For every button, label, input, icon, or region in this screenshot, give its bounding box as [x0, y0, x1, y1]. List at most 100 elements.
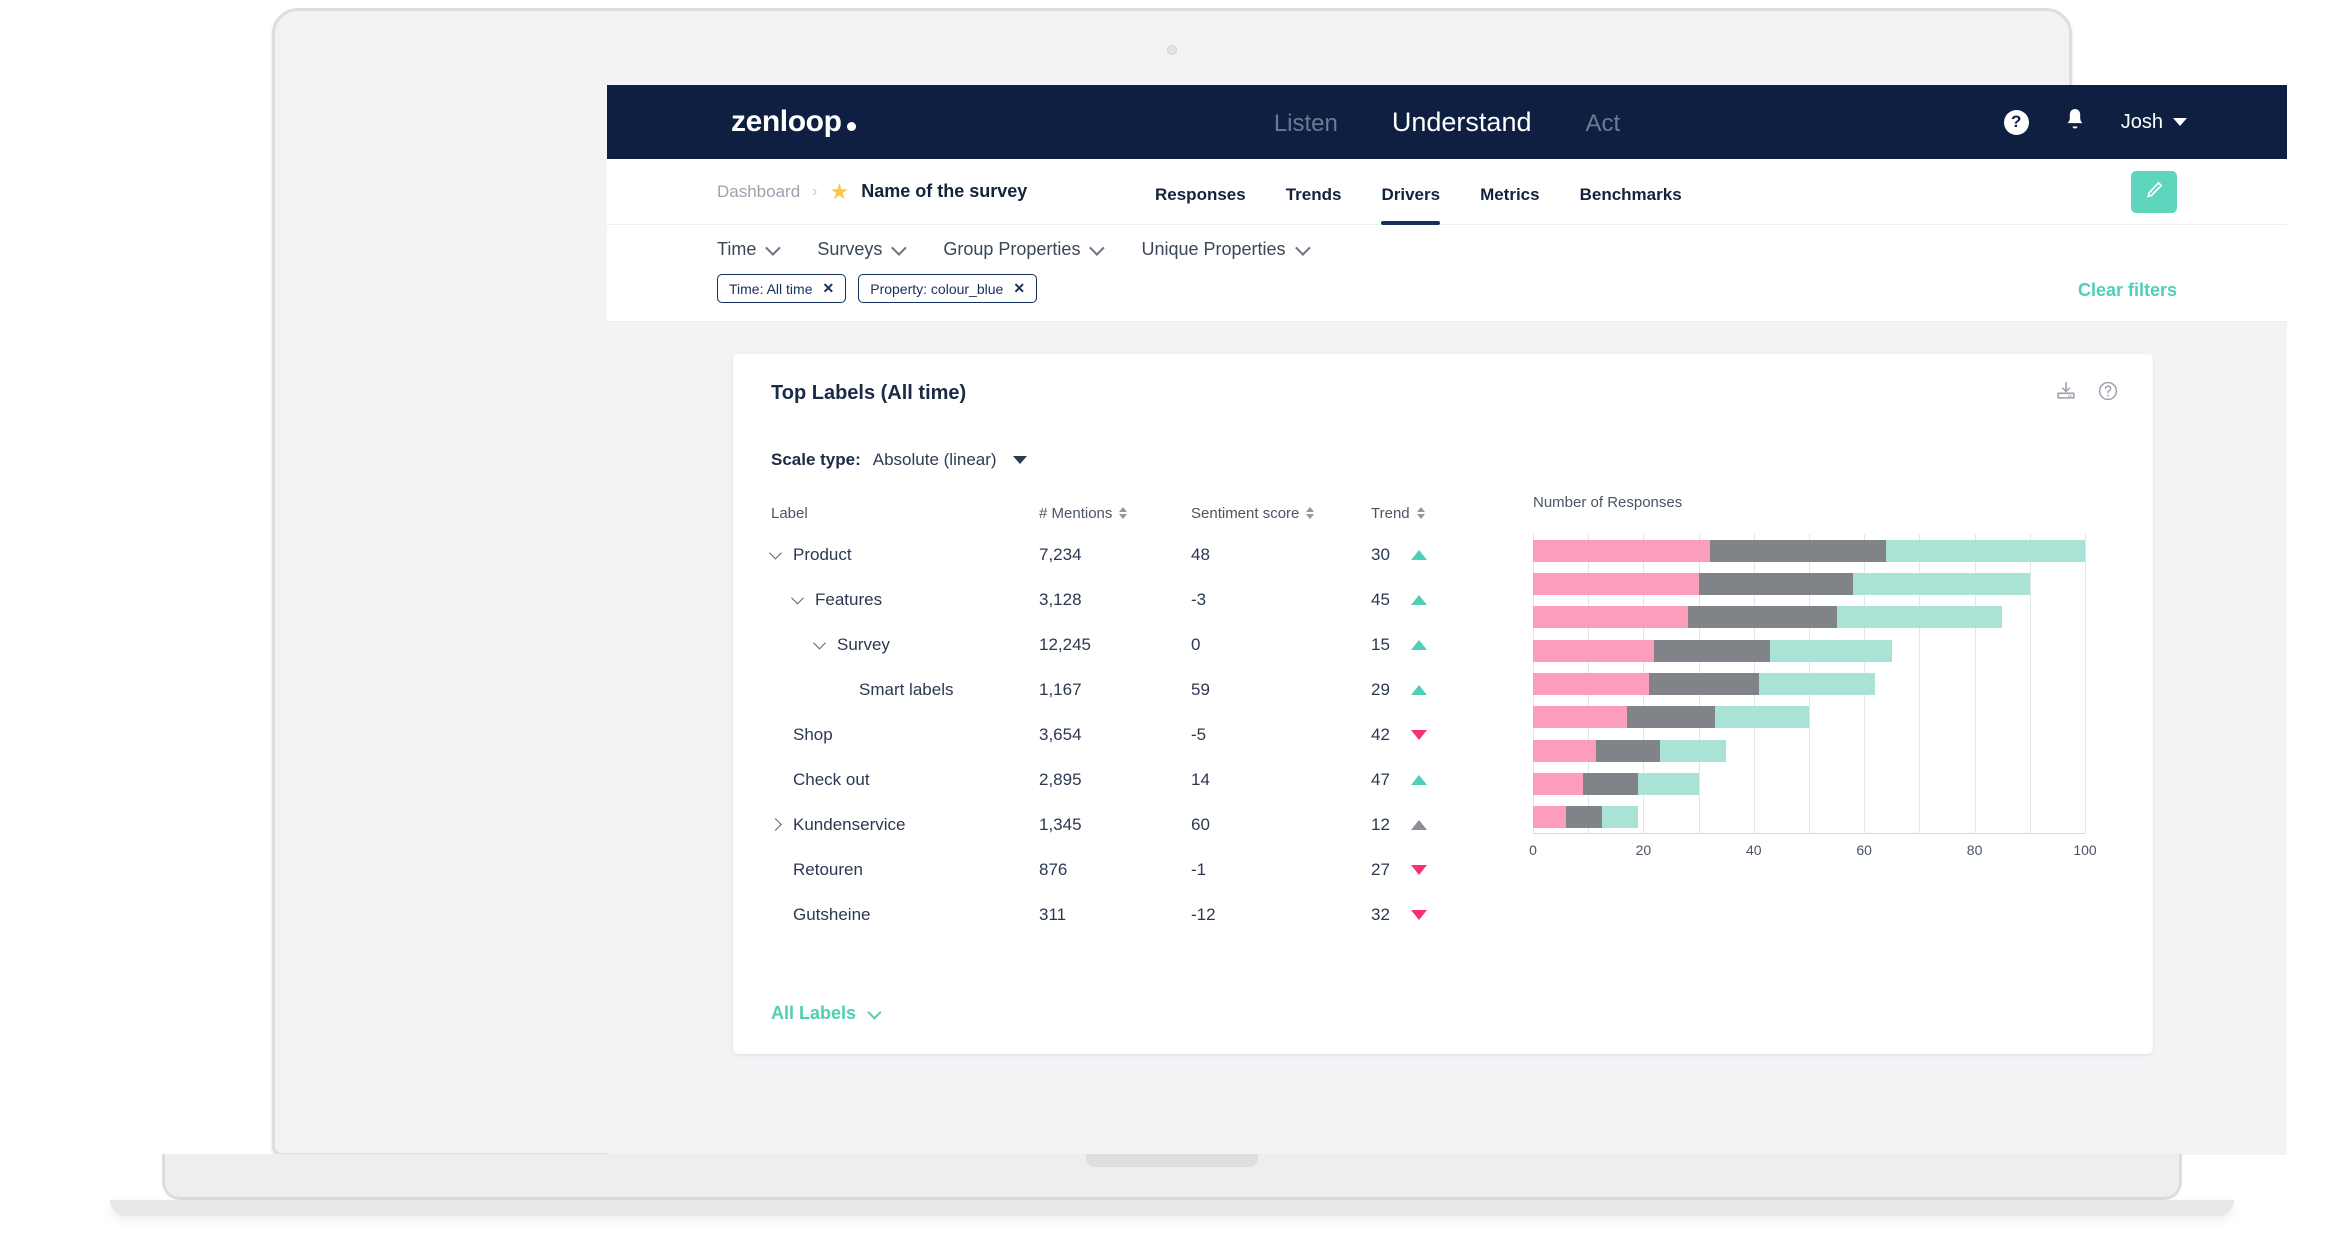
column-header-trend[interactable]: Trend [1371, 505, 1461, 522]
tab-metrics[interactable]: Metrics [1480, 185, 1540, 225]
chart-bar-product[interactable] [1533, 539, 2085, 562]
row-trend-value: 32 [1371, 904, 1390, 924]
clear-filters-button[interactable]: Clear filters [2078, 280, 2177, 301]
row-mentions: 3,654 [1039, 724, 1082, 744]
column-header-mentions[interactable]: # Mentions [1039, 505, 1191, 522]
all-labels-toggle[interactable]: All Labels [771, 1003, 882, 1024]
filter-chip-property[interactable]: Property: colour_blue ✕ [858, 274, 1038, 303]
table-row[interactable]: Product 7,234 48 30 [769, 532, 1511, 577]
bar-segment-detractors[interactable] [1533, 539, 1710, 562]
filter-group-properties-dropdown[interactable]: Group Properties [943, 239, 1106, 260]
user-menu[interactable]: Josh [2121, 111, 2187, 134]
download-tray-icon[interactable] [2055, 380, 2077, 402]
filter-unique-properties-dropdown[interactable]: Unique Properties [1141, 239, 1311, 260]
row-trend-value: 47 [1371, 769, 1390, 789]
laptop-foot [110, 1200, 2234, 1216]
bar-segment-detractors[interactable] [1533, 739, 1597, 762]
table-row[interactable]: Shop 3,654 -5 42 [771, 712, 1511, 757]
help-circle-outline-icon[interactable] [2097, 380, 2119, 402]
bar-segment-detractors[interactable] [1533, 773, 1583, 795]
row-label: Smart labels [859, 679, 954, 699]
table-row[interactable]: Gutsheine 311 -12 32 [771, 892, 1511, 937]
bar-segment-promoters[interactable] [1602, 806, 1638, 829]
chart-bar-retouren[interactable] [1533, 773, 2085, 795]
sort-icon[interactable] [1306, 507, 1315, 519]
bar-segment-promoters[interactable] [1759, 673, 1876, 695]
bar-segment-detractors[interactable] [1533, 639, 1655, 662]
table-row[interactable]: Kundenservice 1,345 60 12 [769, 802, 1511, 847]
bar-segment-detractors[interactable] [1533, 673, 1649, 695]
tab-benchmarks[interactable]: Benchmarks [1580, 185, 1682, 225]
bar-segment-detractors[interactable] [1533, 606, 1688, 629]
close-icon[interactable]: ✕ [823, 280, 835, 297]
bar-segment-passives[interactable] [1709, 539, 1887, 562]
tab-trends[interactable]: Trends [1286, 185, 1342, 225]
sort-icon[interactable] [1119, 507, 1128, 519]
nav-item-listen[interactable]: Listen [1274, 110, 1338, 138]
row-trend: 15 [1371, 635, 1461, 655]
row-label: Kundenservice [793, 814, 906, 834]
breadcrumb-dashboard-link[interactable]: Dashboard [717, 182, 800, 202]
bar-segment-passives[interactable] [1648, 673, 1760, 695]
bar-segment-detractors[interactable] [1533, 706, 1627, 729]
bar-segment-passives[interactable] [1596, 739, 1660, 762]
x-tick-label: 60 [1856, 842, 1872, 858]
bar-segment-promoters[interactable] [1637, 773, 1699, 795]
chart-bar-features[interactable] [1533, 573, 2085, 595]
bar-segment-promoters[interactable] [1659, 739, 1727, 762]
table-row[interactable]: Survey 12,245 0 15 [771, 622, 1511, 667]
bell-icon[interactable] [2063, 107, 2087, 138]
help-circle-filled-icon[interactable]: ? [2003, 109, 2029, 135]
edit-survey-button[interactable] [2131, 170, 2177, 213]
bar-segment-detractors[interactable] [1533, 573, 1699, 595]
chart-bar-shop[interactable] [1533, 673, 2085, 695]
caret-down-icon [1012, 456, 1027, 464]
bar-segment-passives[interactable] [1626, 706, 1716, 729]
chevron-down-icon[interactable] [813, 636, 837, 650]
table-row[interactable]: Retouren 876 -1 27 [771, 847, 1511, 892]
nav-item-understand[interactable]: Understand [1392, 107, 1532, 138]
logo-wordmark: zenloop [731, 105, 842, 138]
filter-chip-time[interactable]: Time: All time ✕ [717, 274, 847, 303]
row-trend: 45 [1371, 590, 1461, 610]
close-icon[interactable]: ✕ [1013, 280, 1025, 297]
bar-segment-passives[interactable] [1654, 639, 1771, 662]
bar-segment-promoters[interactable] [1715, 706, 1809, 729]
table-row[interactable]: Smart labels 1,167 59 29 [771, 667, 1511, 712]
star-icon[interactable]: ★ [830, 180, 850, 203]
bar-segment-passives[interactable] [1582, 773, 1638, 795]
scale-type-selector[interactable]: Scale type: Absolute (linear) [733, 432, 2153, 470]
bar-segment-promoters[interactable] [1886, 539, 2085, 562]
bar-segment-passives[interactable] [1566, 806, 1602, 829]
filter-time-dropdown[interactable]: Time [717, 239, 782, 260]
tab-drivers[interactable]: Drivers [1381, 185, 1440, 225]
bar-segment-promoters[interactable] [1770, 639, 1892, 662]
bar-segment-detractors[interactable] [1533, 806, 1567, 829]
filter-surveys-dropdown[interactable]: Surveys [817, 239, 908, 260]
row-sentiment: 59 [1191, 679, 1210, 699]
zenloop-logo[interactable]: zenloop [731, 105, 856, 139]
trend-down-icon [1411, 729, 1427, 740]
nav-item-act[interactable]: Act [1585, 110, 1620, 138]
chart-bar-survey[interactable] [1533, 606, 2085, 629]
top-labels-card: Top Labels (All time) Scale type: Absolu… [733, 354, 2153, 1054]
table-row[interactable]: Features 3,128 -3 45 [771, 577, 1511, 622]
chevron-down-icon [867, 1005, 882, 1020]
bar-segment-promoters[interactable] [1853, 573, 2030, 595]
top-right-actions: ? Josh [2003, 107, 2187, 138]
chevron-down-icon[interactable] [791, 591, 815, 605]
chevron-right-icon[interactable] [769, 818, 793, 831]
chart-bar-smart-labels[interactable] [1533, 639, 2085, 662]
bar-segment-passives[interactable] [1687, 606, 1837, 629]
chart-bar-check-out[interactable] [1533, 706, 2085, 729]
table-row[interactable]: Check out 2,895 14 47 [771, 757, 1511, 802]
bar-segment-passives[interactable] [1698, 573, 1854, 595]
primary-nav: Listen Understand Act [1274, 107, 1620, 138]
sort-icon[interactable] [1416, 507, 1425, 519]
tab-responses[interactable]: Responses [1155, 185, 1246, 225]
column-header-sentiment[interactable]: Sentiment score [1191, 505, 1371, 522]
chart-bar-gutsheine[interactable] [1533, 806, 2085, 829]
bar-segment-promoters[interactable] [1836, 606, 2003, 629]
chevron-down-icon[interactable] [769, 546, 793, 560]
chart-bar-kundenservice[interactable] [1533, 739, 2085, 762]
